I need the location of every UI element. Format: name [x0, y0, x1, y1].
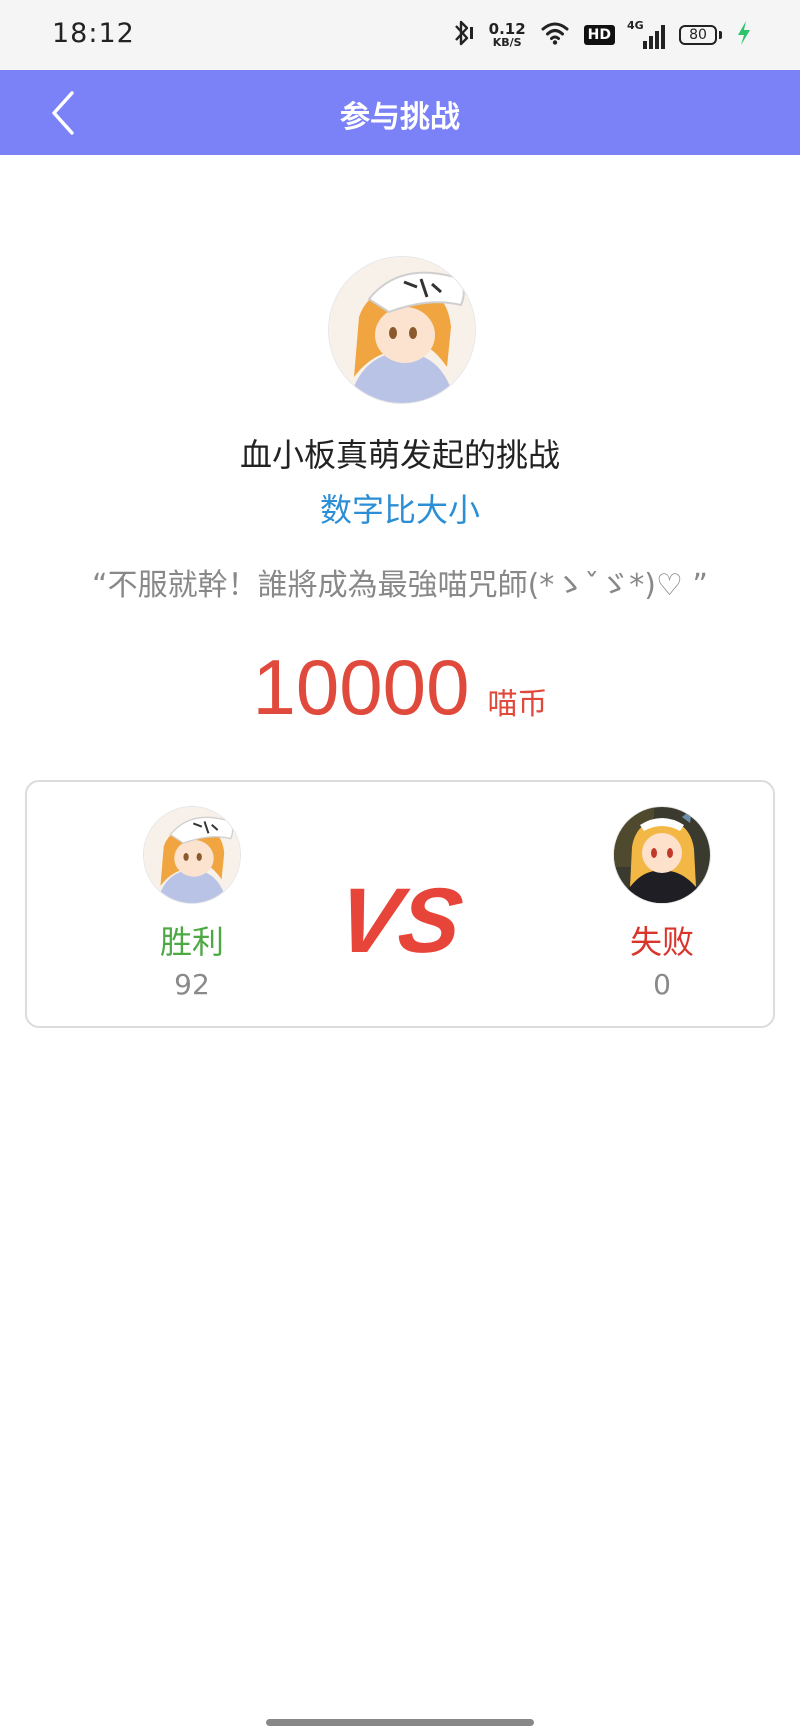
right-player-avatar [613, 806, 711, 904]
left-player-result: 胜利 [159, 923, 224, 961]
status-icons: 0.12 KB/S HD 4G 80 [449, 16, 752, 54]
wifi-icon [540, 20, 570, 50]
left-player: 胜利 92 [112, 806, 272, 1002]
net-speed-unit: KB/S [492, 36, 522, 49]
vs-mark: VS [343, 868, 468, 971]
challenge-slogan: “不服就幹！誰將成為最強喵咒師(*ゝˇゞ*)♡ ” [92, 568, 708, 603]
stake-unit: 喵币 [487, 687, 548, 722]
right-player-score: 0 [653, 968, 671, 1001]
right-player: 失败 0 [582, 806, 742, 1002]
stake: 10000 喵币 [0, 642, 800, 733]
left-player-avatar [143, 806, 241, 904]
top-bar: 参与挑战 [0, 70, 800, 155]
right-player-result: 失败 [629, 923, 694, 961]
left-player-score: 92 [174, 968, 210, 1001]
stake-amount: 10000 [252, 643, 470, 731]
status-bar: 18:12 0.12 KB/S HD 4G 80 [0, 0, 800, 70]
versus-card: 胜利 92 VS 失败 0 [25, 780, 775, 1028]
challenger-avatar [328, 256, 476, 404]
net-speed-value: 0.12 [488, 20, 526, 38]
battery-level: 80 [679, 25, 717, 45]
battery-icon: 80 [679, 25, 722, 45]
signal-icon: 4G [627, 19, 665, 49]
network-type: 4G [627, 19, 644, 32]
charging-icon [736, 20, 752, 50]
bluetooth-icon [449, 18, 475, 52]
vs-label: VS [343, 868, 468, 971]
home-indicator[interactable] [266, 1719, 534, 1726]
challenger-line: 血小板真萌发起的挑战 [239, 436, 560, 474]
game-type-link[interactable]: 数字比大小 [0, 485, 800, 531]
hd-badge: HD [583, 25, 615, 45]
challenge-page: 18:12 0.12 KB/S HD 4G 80 参与挑战 血小板真萌发起的挑战… [0, 0, 800, 1733]
status-time: 18:12 [52, 18, 135, 49]
net-speed: 0.12 KB/S [488, 20, 526, 49]
page-title: 参与挑战 [340, 100, 460, 135]
